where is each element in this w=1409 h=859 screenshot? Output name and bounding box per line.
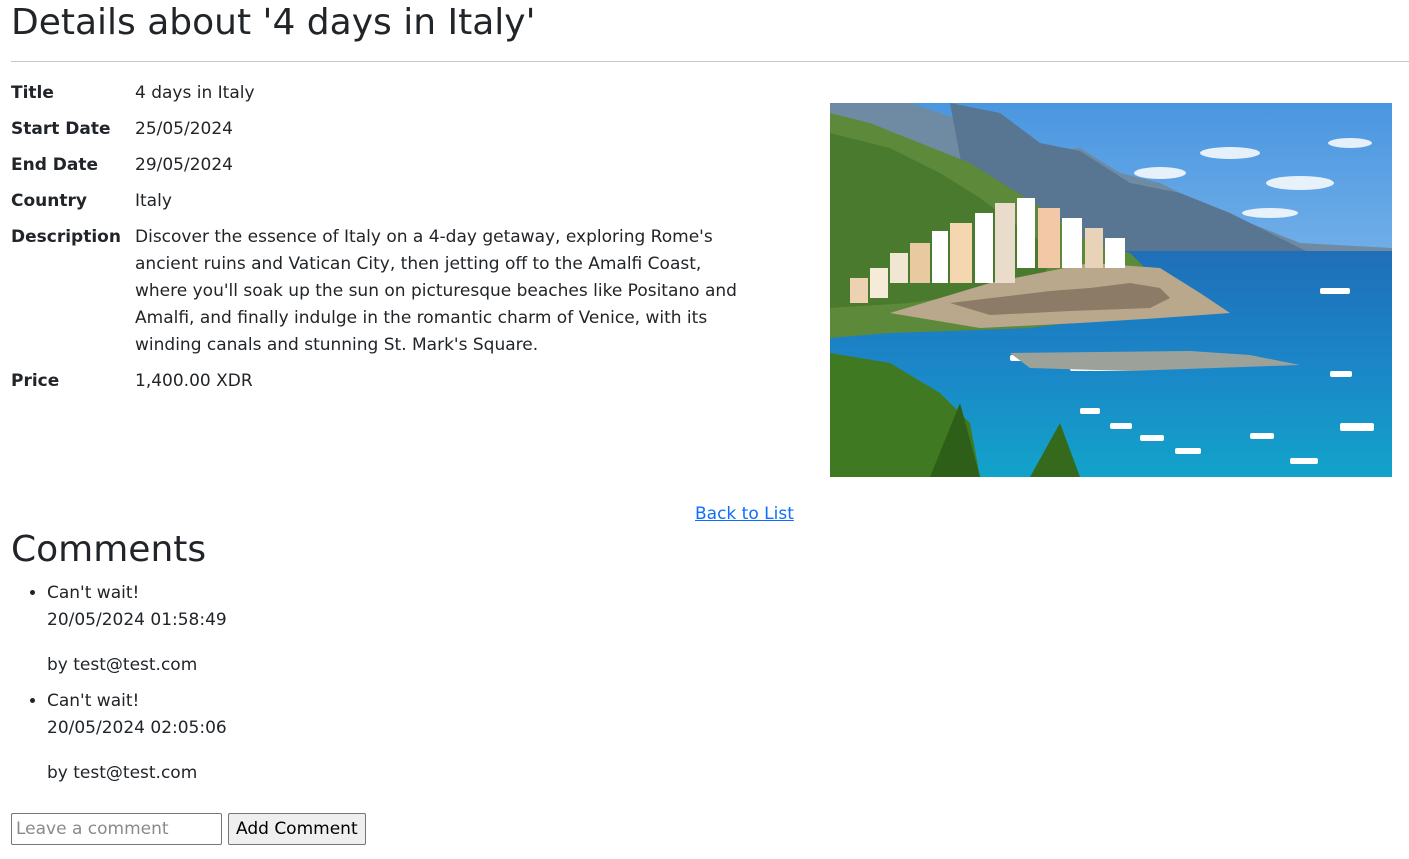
detail-label: Country <box>11 191 87 211</box>
detail-value: 4 days in Italy <box>135 83 255 103</box>
comments-list: Can't wait! 20/05/2024 01:58:49 by test@… <box>11 580 647 796</box>
comment-text: Can't wait! <box>47 691 140 711</box>
amalfi-coast-image <box>830 103 1392 477</box>
comment-date: 20/05/2024 01:58:49 <box>47 610 227 630</box>
detail-row-country: Country Italy <box>11 188 741 215</box>
comment-author: by test@test.com <box>47 655 198 675</box>
trip-photo <box>830 103 1392 477</box>
detail-value: 1,400.00 XDR <box>135 371 253 391</box>
detail-row-title: Title 4 days in Italy <box>11 80 741 107</box>
page-title: Details about '4 days in Italy' <box>11 2 536 43</box>
add-comment-button[interactable]: Add Comment <box>228 813 366 845</box>
detail-row-description: Description Discover the essence of Ital… <box>11 224 741 359</box>
comment-item: Can't wait! 20/05/2024 01:58:49 by test@… <box>47 580 647 679</box>
detail-row-end-date: End Date 29/05/2024 <box>11 152 741 179</box>
detail-label: End Date <box>11 155 99 175</box>
detail-value: 25/05/2024 <box>135 119 233 139</box>
comment-item: Can't wait! 20/05/2024 02:05:06 by test@… <box>47 688 647 787</box>
detail-value: Discover the essence of Italy on a 4-day… <box>135 227 737 355</box>
detail-label: Start Date <box>11 119 111 139</box>
divider <box>11 61 1409 62</box>
detail-value: Italy <box>135 191 172 211</box>
detail-value: 29/05/2024 <box>135 155 233 175</box>
comment-text: Can't wait! <box>47 583 140 603</box>
comment-author: by test@test.com <box>47 763 198 783</box>
back-to-list-link[interactable]: Back to List <box>695 502 794 526</box>
detail-row-price: Price 1,400.00 XDR <box>11 368 741 395</box>
comments-heading: Comments <box>11 529 207 570</box>
comment-date: 20/05/2024 02:05:06 <box>47 718 227 738</box>
trip-details: Title 4 days in Italy Start Date 25/05/2… <box>11 80 741 404</box>
comment-input[interactable] <box>11 813 222 845</box>
detail-label: Price <box>11 371 60 391</box>
detail-label: Title <box>11 83 54 103</box>
comment-form: Add Comment <box>11 813 366 845</box>
detail-row-start-date: Start Date 25/05/2024 <box>11 116 741 143</box>
detail-label: Description <box>11 227 121 247</box>
